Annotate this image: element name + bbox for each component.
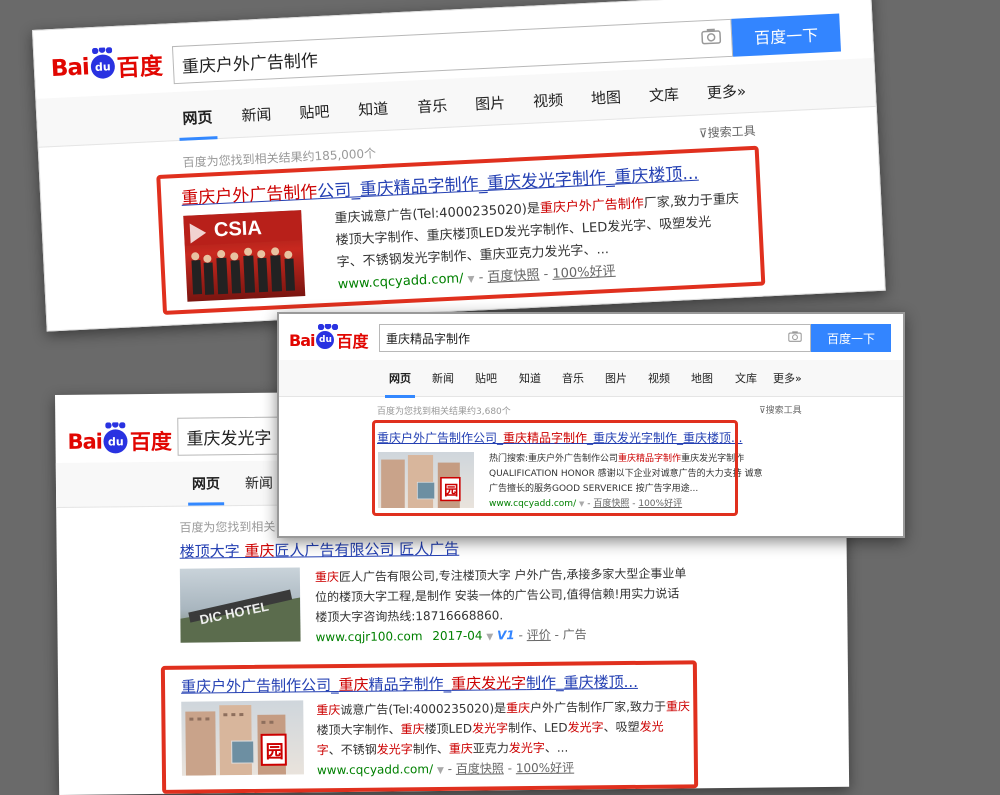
- search-tools-button[interactable]: ⊽搜索工具: [759, 403, 802, 416]
- search-button[interactable]: 百度一下: [811, 324, 891, 352]
- result-count: 百度为您找到相关结果约3,680个: [377, 407, 511, 417]
- result-snippet: 重庆匠人广告有限公司,专注楼顶大字 户外广告,承接多家大型企事业单 位的楼顶大字…: [314, 566, 687, 645]
- tab-images[interactable]: 图片: [605, 370, 627, 386]
- baidu-logo[interactable]: Bai du 百度: [50, 47, 163, 86]
- tab-music[interactable]: 音乐: [562, 370, 584, 386]
- tab-web[interactable]: 网页: [192, 473, 220, 493]
- result-count: 百度为您找到相关: [179, 519, 276, 535]
- baidu-logo[interactable]: Bai du 百度: [67, 426, 172, 457]
- tab-map[interactable]: 地图: [691, 370, 713, 386]
- tab-wenku[interactable]: 文库: [735, 370, 757, 386]
- tab-images[interactable]: 图片: [475, 92, 506, 114]
- tab-video[interactable]: 视频: [533, 89, 564, 111]
- rooftop-sign-image: DIC HOTEL: [180, 589, 301, 643]
- tab-bar: 网页 新闻 贴吧 知道 音乐 图片 视频 地图 文库 更多»: [279, 360, 903, 398]
- tab-more[interactable]: 更多»: [706, 80, 746, 103]
- result-thumbnail[interactable]: DIC HOTEL: [179, 567, 301, 643]
- highlight-box: [160, 660, 699, 794]
- filter-icon: ⊽: [759, 406, 766, 416]
- tab-map[interactable]: 地图: [590, 86, 622, 108]
- tab-music[interactable]: 音乐: [417, 95, 448, 117]
- search-button[interactable]: 百度一下: [731, 13, 842, 57]
- paw-icon: du: [90, 54, 116, 80]
- screenshot-search-fine-letters: Bai du 百度 重庆精品字制作 百度一下 网页 新闻 贴吧 知道 音乐 图片 视…: [277, 312, 905, 538]
- result-title-ad[interactable]: 楼顶大字 重庆匠人广告有限公司 匠人广告: [180, 538, 460, 562]
- camera-icon[interactable]: [788, 331, 802, 345]
- paw-icon: du: [103, 429, 129, 454]
- tab-news[interactable]: 新闻: [245, 473, 273, 493]
- search-tools-button[interactable]: ⊽搜索工具: [698, 122, 756, 142]
- result-date: 2017-04: [432, 628, 483, 644]
- baidu-logo[interactable]: Bai du 百度: [289, 324, 369, 352]
- tab-more[interactable]: 更多»: [773, 370, 802, 386]
- tab-wenku[interactable]: 文库: [648, 83, 680, 105]
- ad-label: 广告: [562, 627, 587, 642]
- tab-web[interactable]: 网页: [182, 106, 213, 128]
- verified-badge[interactable]: V1: [497, 628, 515, 642]
- tab-tieba[interactable]: 贴吧: [299, 101, 330, 123]
- tab-zhidao[interactable]: 知道: [519, 370, 541, 386]
- tab-zhidao[interactable]: 知道: [358, 98, 389, 120]
- result-url[interactable]: www.cqjr100.com: [315, 629, 422, 644]
- reviews-link[interactable]: 评价: [527, 628, 551, 642]
- screenshot-search-outdoor-ads: Bai du 百度 重庆户外广告制作 百度一下 网页 新闻 贴吧 知道 音乐 图片 …: [32, 0, 886, 332]
- tab-video[interactable]: 视频: [648, 370, 670, 386]
- chevron-down-icon[interactable]: ▼: [486, 632, 493, 642]
- highlight-box: [372, 420, 738, 516]
- tab-news[interactable]: 新闻: [432, 370, 454, 386]
- tab-news[interactable]: 新闻: [241, 103, 272, 125]
- tab-tieba[interactable]: 贴吧: [475, 370, 497, 386]
- tab-web[interactable]: 网页: [385, 370, 415, 398]
- highlight-box: [156, 145, 766, 315]
- search-input[interactable]: 重庆精品字制作: [379, 324, 811, 352]
- paw-icon: du: [316, 324, 339, 349]
- camera-icon[interactable]: [701, 28, 722, 50]
